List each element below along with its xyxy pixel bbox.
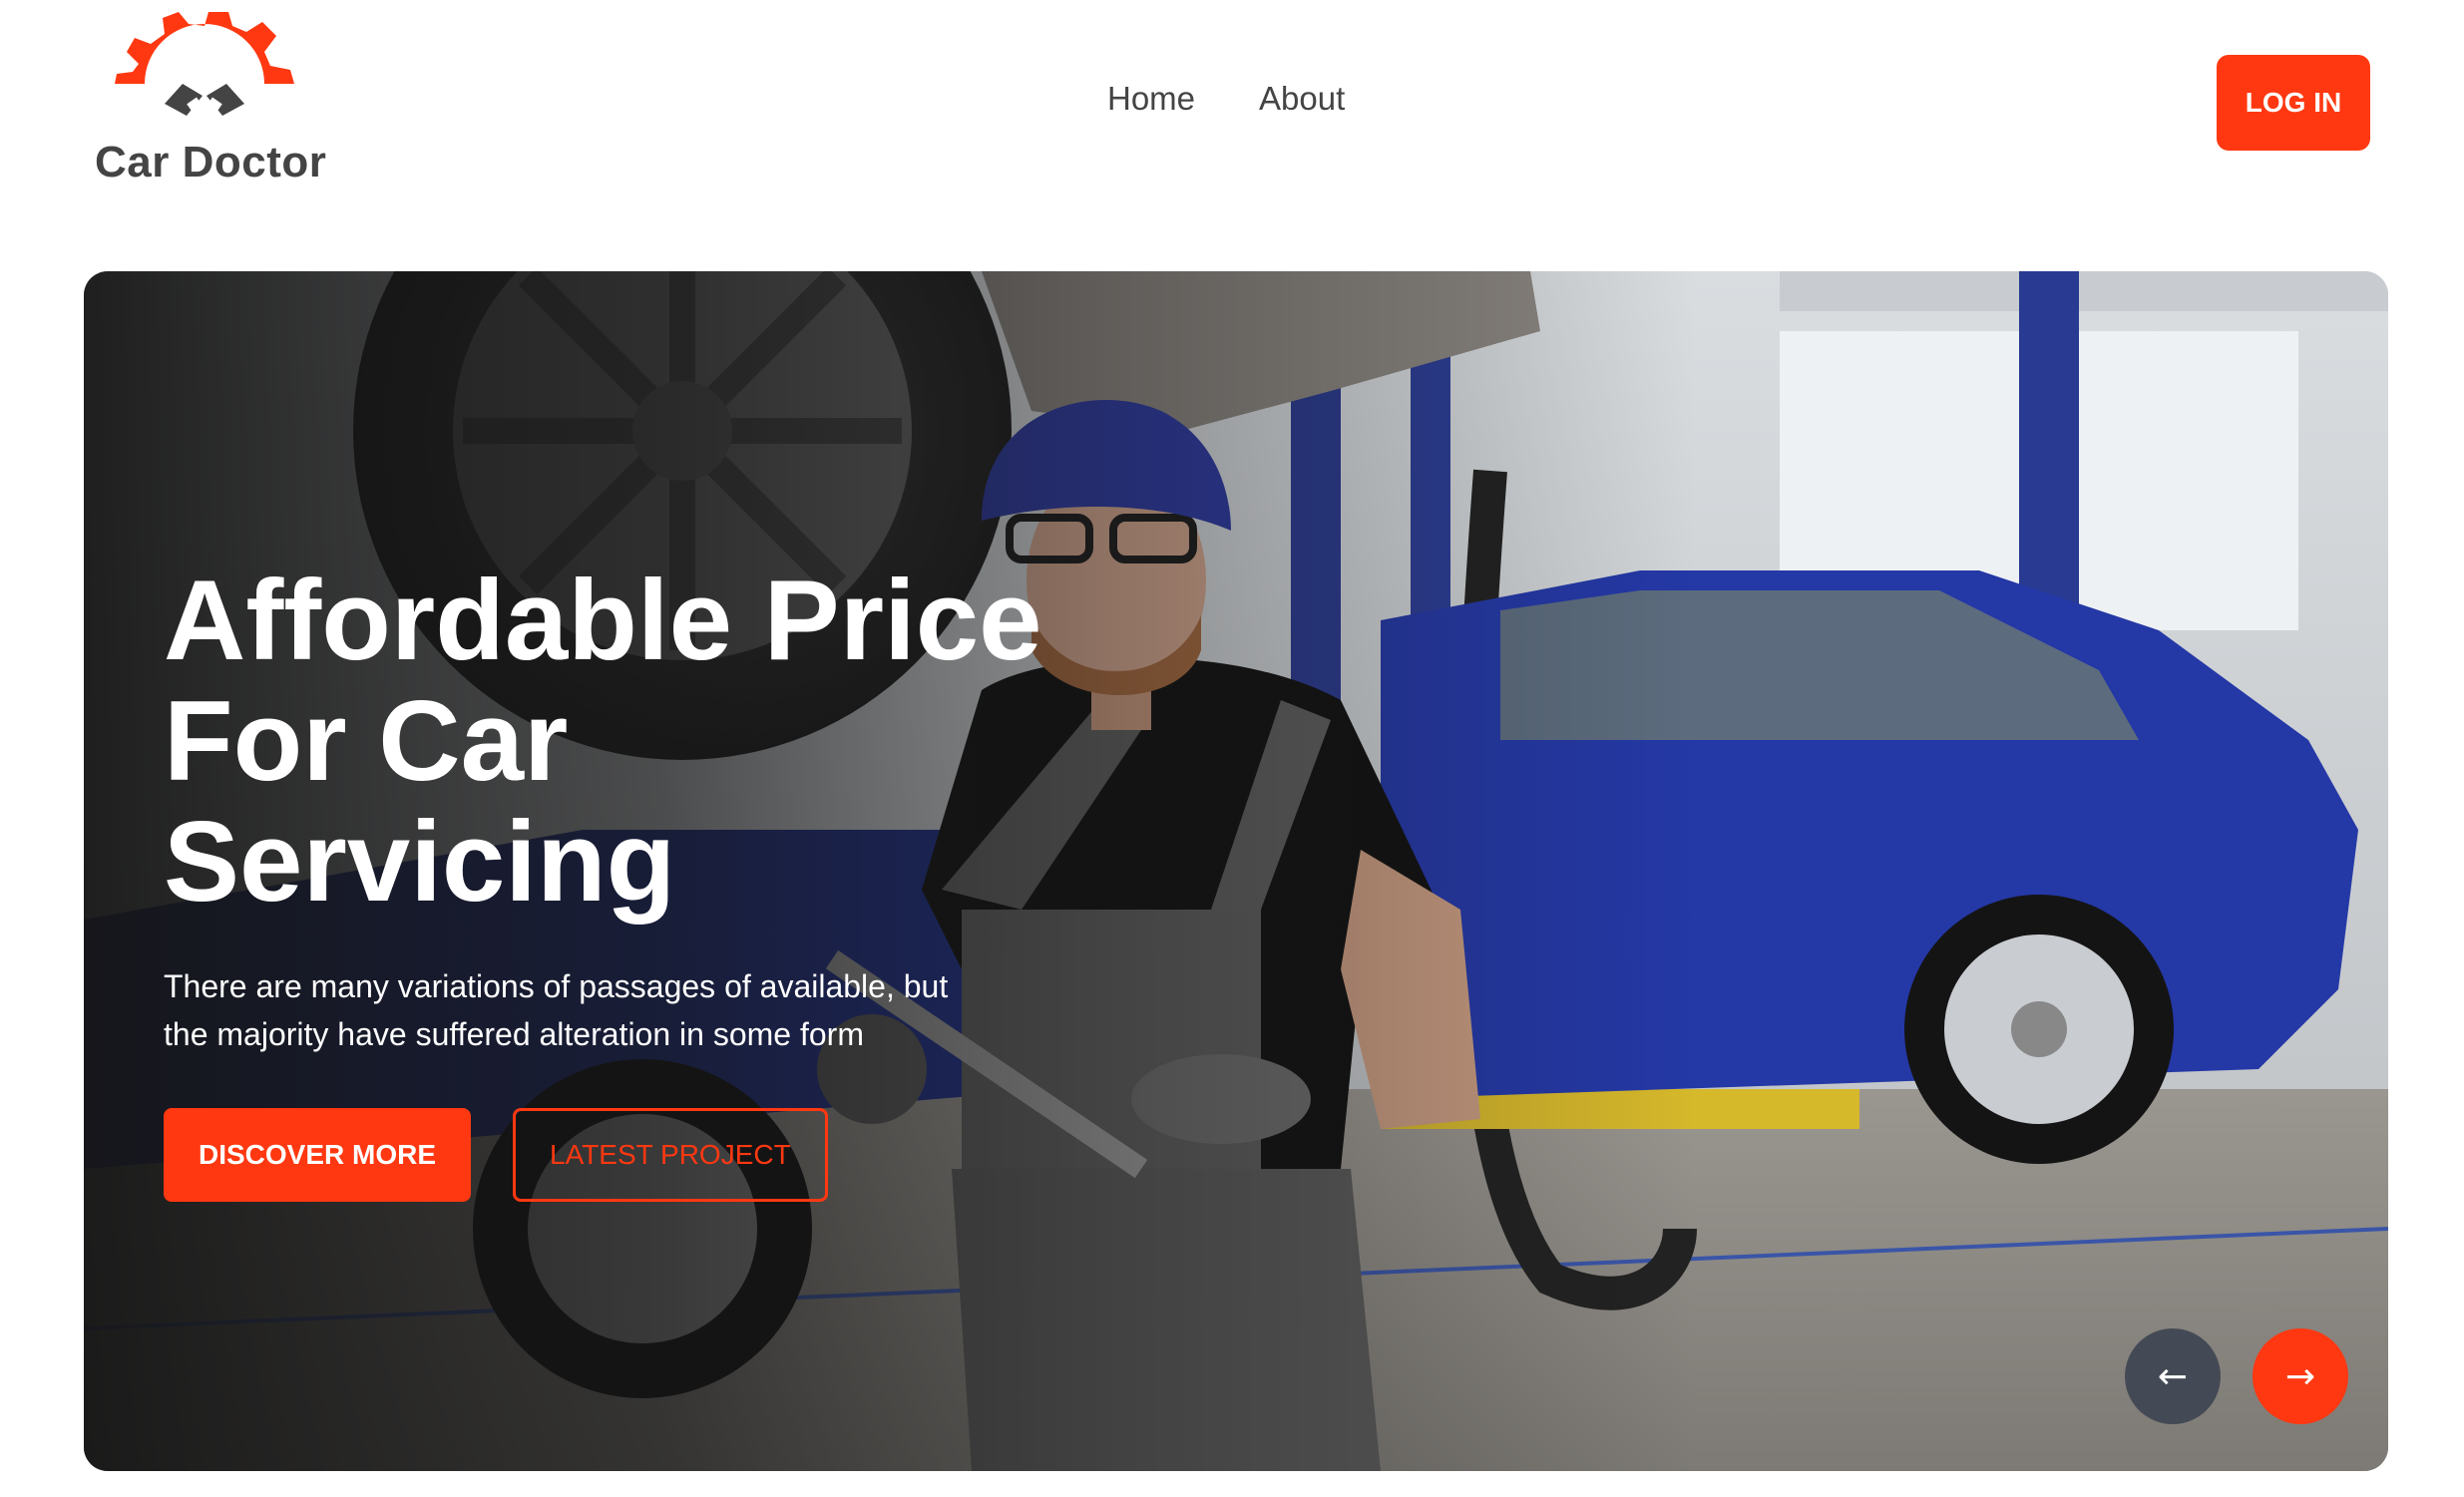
arrow-left-icon: ← (2157, 1355, 2189, 1397)
nav-link-home[interactable]: Home (1107, 80, 1195, 118)
hero-carousel: Affordable Price For Car Servicing There… (84, 271, 2388, 1471)
carousel-prev-button[interactable]: ← (2125, 1328, 2221, 1424)
nav-link-about[interactable]: About (1259, 80, 1345, 118)
brand-name: Car Doctor (95, 138, 327, 187)
hero-title: Affordable Price For Car Servicing (164, 558, 1042, 926)
gear-with-pistons-icon (115, 12, 294, 116)
brand-logo[interactable]: Car Doctor (95, 12, 327, 191)
carousel-next-button[interactable]: → (2253, 1328, 2348, 1424)
hero-description: There are many variations of passages of… (164, 968, 949, 1052)
arrow-right-icon: → (2284, 1355, 2316, 1397)
hero-content: Affordable Price For Car Servicing There… (164, 561, 1061, 1202)
hero-button-group: DISCOVER MORE LATEST PROJECT (164, 1108, 1061, 1202)
main-nav: Home About (1107, 80, 1345, 118)
latest-project-button[interactable]: LATEST PROJECT (513, 1108, 828, 1202)
discover-more-button[interactable]: DISCOVER MORE (164, 1108, 472, 1202)
navbar: Car Doctor Home About LOG IN (0, 0, 2464, 229)
login-button[interactable]: LOG IN (2217, 55, 2370, 151)
